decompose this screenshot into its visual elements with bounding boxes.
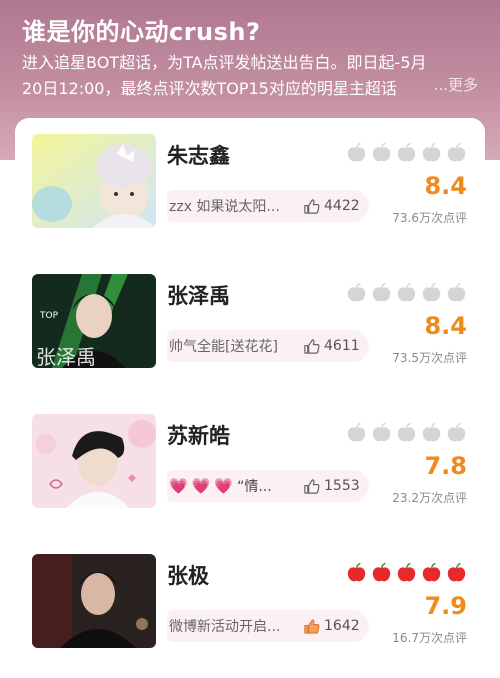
- apple-icon: [447, 282, 466, 302]
- top-comment-bubble[interactable]: 微博新活动开启... 1642: [167, 610, 369, 642]
- heart-emoji-icon: 💗: [214, 477, 234, 495]
- score-value: 8.4: [424, 312, 467, 340]
- apple-icon: [397, 562, 416, 582]
- rating-apples: [346, 282, 467, 304]
- review-count: 73.6万次点评: [392, 211, 467, 225]
- description-line-2: 20日12:00，最终点评次数TOP15对应的明星主超话: [22, 79, 397, 98]
- apple-icon: [422, 562, 441, 582]
- description-line-1: 进入追星BOT超话，为TA点评发帖送出告白。即日起-5月: [22, 53, 427, 72]
- apple-icon: [397, 282, 416, 302]
- star-photo: [32, 554, 156, 648]
- apple-icon: [372, 142, 391, 162]
- apple-icon: [347, 422, 366, 442]
- apple-icon: [422, 282, 441, 302]
- photo-caption-text: 张泽禹: [36, 345, 96, 368]
- rating-apples: [346, 142, 467, 164]
- star-name: 朱志鑫: [167, 144, 230, 168]
- star-name: 苏新皓: [167, 424, 230, 448]
- apple-icon: [397, 142, 416, 162]
- review-count: 23.2万次点评: [392, 491, 467, 505]
- star-name: 张泽禹: [167, 284, 230, 308]
- thumbs-up-icon[interactable]: [303, 338, 320, 355]
- top-comment-bubble[interactable]: 帅气全能[送花花] 4611: [167, 330, 369, 362]
- apple-icon: [372, 422, 391, 442]
- like-count: 1642: [324, 618, 360, 634]
- like-count: 1553: [324, 478, 360, 494]
- rating-apples: [346, 562, 467, 584]
- top-comment-bubble[interactable]: zzx 如果说太阳... 4422: [167, 190, 369, 222]
- thumbs-up-filled-icon[interactable]: [303, 618, 320, 635]
- apple-icon: [422, 142, 441, 162]
- apple-icon: [347, 142, 366, 162]
- heart-emoji-icon: 💗: [191, 477, 211, 495]
- rating-apples: [346, 422, 467, 444]
- campaign-description: 进入追星BOT超话，为TA点评发帖送出告白。即日起-5月 20日12:00，最终…: [22, 50, 482, 102]
- apple-icon: [347, 562, 366, 582]
- apple-icon: [397, 422, 416, 442]
- comment-text: 帅气全能[送花花]: [169, 339, 278, 355]
- apple-icon: [347, 282, 366, 302]
- list-item[interactable]: 朱志鑫 zzx 如果说太阳... 4422 8.4 73.6万次点评: [15, 118, 485, 258]
- ranking-list-card: 朱志鑫 zzx 如果说太阳... 4422 8.4 73.6万次点评 张泽禹 T…: [15, 118, 485, 678]
- heart-emoji-icon: 💗: [169, 477, 188, 495]
- score-value: 7.9: [424, 592, 467, 620]
- svg-text:TOP: TOP: [39, 311, 59, 321]
- apple-icon: [447, 422, 466, 442]
- star-photo: 张泽禹 TOP: [32, 274, 156, 368]
- thumbs-up-icon[interactable]: [303, 478, 320, 495]
- top-comment-bubble[interactable]: 💗 💗 💗 “情... 1553: [167, 470, 369, 502]
- like-count: 4611: [324, 338, 360, 354]
- like-count: 4422: [324, 198, 360, 214]
- page-title: 谁是你的心动crush?: [22, 18, 261, 46]
- list-item[interactable]: 张泽禹 TOP 张泽禹 帅气全能[送花花] 4611 8.4 73.5万次点评: [15, 258, 485, 398]
- list-item[interactable]: 苏新皓 💗 💗 💗 “情... 1553 7.8 23.2万次点评: [15, 398, 485, 538]
- star-name: 张极: [167, 564, 209, 588]
- apple-icon: [447, 142, 466, 162]
- score-value: 7.8: [424, 452, 467, 480]
- comment-text: zzx 如果说太阳...: [169, 199, 280, 215]
- apple-icon: [372, 562, 391, 582]
- review-count: 73.5万次点评: [392, 351, 467, 365]
- comment-text: “情...: [237, 479, 272, 495]
- star-photo: [32, 414, 156, 508]
- comment-text: 微博新活动开启...: [169, 619, 281, 635]
- thumbs-up-icon[interactable]: [303, 198, 320, 215]
- apple-icon: [422, 422, 441, 442]
- apple-icon: [372, 282, 391, 302]
- star-photo: [32, 134, 156, 228]
- more-link[interactable]: ...更多: [434, 74, 478, 95]
- list-item[interactable]: 张极 微博新活动开启... 1642 7.9 16.7万次点评: [15, 538, 485, 678]
- score-value: 8.4: [424, 172, 467, 200]
- apple-icon: [447, 562, 466, 582]
- review-count: 16.7万次点评: [392, 631, 467, 645]
- comment-text-wrapper: 💗 💗 💗 “情...: [169, 476, 297, 496]
